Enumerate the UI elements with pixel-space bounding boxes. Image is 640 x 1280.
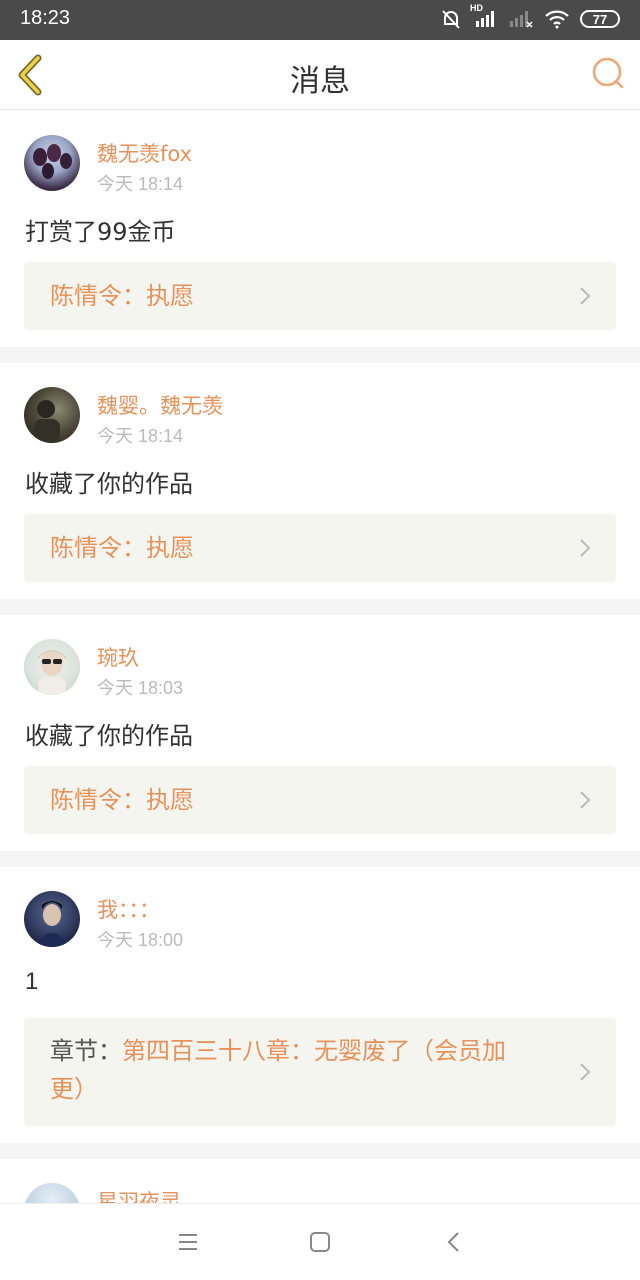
message-item: 我：：： 今天 18:00 1 章节：第四百三十八章：无婴废了（会员加 更）	[0, 867, 640, 1143]
hd-signal-icon: HD	[470, 3, 498, 29]
avatar[interactable]	[24, 639, 80, 695]
chapter-title-line-1: 章节：第四百三十八章：无婴废了（会员加	[50, 1032, 506, 1070]
timestamp: 今天 18:14	[97, 174, 184, 194]
message-text: 打赏了99金币	[25, 218, 176, 246]
wifi-icon	[545, 10, 569, 29]
chevron-right-icon	[580, 791, 591, 809]
username[interactable]: 我：：：	[97, 894, 160, 924]
message-text: 收藏了你的作品	[25, 722, 193, 750]
divider	[0, 347, 640, 363]
avatar[interactable]	[24, 1183, 80, 1203]
timestamp: 今天 18:14	[97, 426, 184, 446]
avatar[interactable]	[24, 135, 80, 191]
app-header: 消息	[0, 40, 640, 110]
bell-muted-icon	[442, 10, 460, 29]
chapter-title-line-2: 更）	[50, 1075, 98, 1103]
home-square-icon[interactable]	[308, 1230, 332, 1254]
username[interactable]: 魏婴。魏无羡	[97, 390, 223, 420]
search-button[interactable]	[590, 56, 626, 92]
chapter-title: 第四百三十八章：无婴废了（会员加	[122, 1037, 506, 1065]
chapter-reference-card[interactable]: 章节：第四百三十八章：无婴废了（会员加 更）	[24, 1018, 616, 1126]
avatar[interactable]	[24, 891, 80, 947]
timestamp: 今天 18:03	[97, 678, 184, 698]
status-bar: 18:23 HD 77	[0, 0, 640, 40]
work-reference-card[interactable]: 陈情令：执愿	[24, 766, 616, 834]
chevron-right-icon	[580, 539, 591, 557]
costume-avatar-image	[34, 901, 70, 947]
work-title: 陈情令：执愿	[50, 786, 194, 814]
status-icons: HD 77	[440, 3, 620, 30]
divider	[0, 599, 640, 615]
nav-back-icon[interactable]	[442, 1230, 466, 1254]
message-list[interactable]: 魏无羡fox 今天 18:14 打赏了99金币 陈情令：执愿 魏婴。魏无羡 今天…	[0, 111, 640, 1203]
username[interactable]: 魏无羡fox	[97, 138, 192, 168]
avatar[interactable]	[24, 387, 80, 443]
divider	[0, 851, 640, 867]
message-item: 魏无羡fox 今天 18:14 打赏了99金币 陈情令：执愿	[0, 111, 640, 347]
message-text: 1	[25, 968, 39, 995]
work-reference-card[interactable]: 陈情令：执愿	[24, 262, 616, 330]
divider	[0, 1143, 640, 1159]
username[interactable]: 琬玖	[97, 642, 139, 672]
status-time: 18:23	[20, 7, 71, 29]
chevron-right-icon	[580, 1063, 591, 1081]
work-title: 陈情令：执愿	[50, 534, 194, 562]
message-item: 星羽夜灵	[0, 1159, 640, 1203]
chapter-prefix: 章节：	[50, 1037, 122, 1065]
menu-icon[interactable]	[176, 1230, 200, 1254]
person-avatar-image	[34, 400, 60, 443]
timestamp: 今天 18:00	[97, 930, 184, 950]
message-text: 收藏了你的作品	[25, 470, 193, 498]
message-item: 魏婴。魏无羡 今天 18:14 收藏了你的作品 陈情令：执愿	[0, 363, 640, 599]
message-item: 琬玖 今天 18:03 收藏了你的作品 陈情令：执愿	[0, 615, 640, 851]
username[interactable]: 星羽夜灵	[97, 1186, 181, 1203]
work-title: 陈情令：执愿	[50, 282, 194, 310]
chevron-right-icon	[580, 287, 591, 305]
girl-avatar-image	[38, 650, 66, 695]
work-reference-card[interactable]: 陈情令：执愿	[24, 514, 616, 582]
tulip-avatar-image	[33, 144, 72, 179]
page-title: 消息	[290, 64, 350, 99]
battery-indicator: 77	[580, 10, 620, 28]
system-nav-bar	[0, 1203, 640, 1280]
hd-badge: HD	[470, 3, 483, 13]
signal-empty-icon	[510, 11, 533, 28]
